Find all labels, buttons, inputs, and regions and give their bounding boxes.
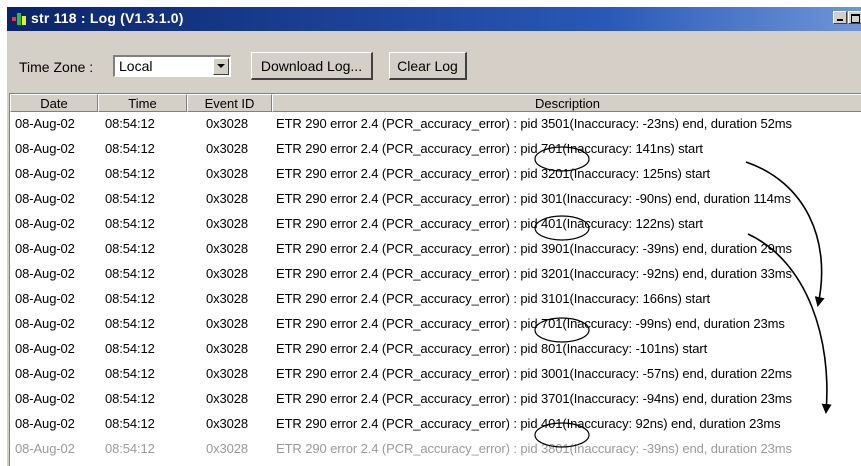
cell-time: 08:54:12 <box>105 291 155 306</box>
cell-description: ETR 290 error 2.4 (PCR_accuracy_error) :… <box>276 241 792 256</box>
cell-description: ETR 290 error 2.4 (PCR_accuracy_error) :… <box>276 316 785 331</box>
cell-description: ETR 290 error 2.4 (PCR_accuracy_error) :… <box>276 191 791 206</box>
table-row[interactable]: 08-Aug-02 08:54:12 0x3028 ETR 290 error … <box>10 187 861 212</box>
cell-event-id: 0x3028 <box>206 191 249 206</box>
table-row[interactable]: 08-Aug-02 08:54:12 0x3028 ETR 290 error … <box>10 287 861 312</box>
table-row[interactable]: 08-Aug-02 08:54:12 0x3028 ETR 290 error … <box>10 237 861 262</box>
cell-time: 08:54:12 <box>105 416 155 431</box>
cell-description: ETR 290 error 2.4 (PCR_accuracy_error) :… <box>276 366 792 381</box>
cell-description: ETR 290 error 2.4 (PCR_accuracy_error) :… <box>276 266 792 281</box>
column-header-time[interactable]: Time <box>98 94 187 112</box>
cell-description: ETR 290 error 2.4 (PCR_accuracy_error) :… <box>276 166 711 181</box>
cell-time: 08:54:12 <box>105 241 155 256</box>
cell-event-id: 0x3028 <box>206 416 249 431</box>
column-header-event-id[interactable]: Event ID <box>187 94 272 112</box>
dropdown-arrow-icon[interactable] <box>213 58 229 75</box>
cell-event-id: 0x3028 <box>206 166 249 181</box>
cell-date: 08-Aug-02 <box>15 141 75 156</box>
title-bar[interactable]: str 118 : Log (V1.3.1.0) <box>7 7 861 31</box>
cell-date: 08-Aug-02 <box>15 316 75 331</box>
time-zone-value: Local <box>119 58 153 74</box>
column-header-description[interactable]: Description <box>272 94 861 112</box>
cell-time: 08:54:12 <box>105 316 155 331</box>
table-row[interactable]: 08-Aug-02 08:54:12 0x3028 ETR 290 error … <box>10 312 861 337</box>
cell-description: ETR 290 error 2.4 (PCR_accuracy_error) :… <box>276 116 792 131</box>
cell-time: 08:54:12 <box>105 191 155 206</box>
cell-date: 08-Aug-02 <box>15 191 75 206</box>
cell-date: 08-Aug-02 <box>15 341 75 356</box>
cell-date: 08-Aug-02 <box>15 416 75 431</box>
cell-date: 08-Aug-02 <box>15 241 75 256</box>
cell-event-id: 0x3028 <box>206 366 249 381</box>
cell-description: ETR 290 error 2.4 (PCR_accuracy_error) :… <box>276 391 792 406</box>
cell-description: ETR 290 error 2.4 (PCR_accuracy_error) :… <box>276 441 792 456</box>
cell-event-id: 0x3028 <box>206 141 249 156</box>
cell-time: 08:54:12 <box>105 266 155 281</box>
cell-event-id: 0x3028 <box>206 341 249 356</box>
cell-event-id: 0x3028 <box>206 441 249 456</box>
cell-description: ETR 290 error 2.4 (PCR_accuracy_error) :… <box>276 141 703 156</box>
maximize-icon[interactable] <box>848 11 861 24</box>
cell-time: 08:54:12 <box>105 366 155 381</box>
cell-date: 08-Aug-02 <box>15 366 75 381</box>
cell-description: ETR 290 error 2.4 (PCR_accuracy_error) :… <box>276 416 781 431</box>
cell-time: 08:54:12 <box>105 141 155 156</box>
cell-description: ETR 290 error 2.4 (PCR_accuracy_error) :… <box>276 341 708 356</box>
app-icon <box>12 13 28 25</box>
clear-log-button[interactable]: Clear Log <box>389 52 467 80</box>
time-zone-label: Time Zone : <box>19 59 94 75</box>
cell-event-id: 0x3028 <box>206 216 249 231</box>
cell-date: 08-Aug-02 <box>15 116 75 131</box>
cell-event-id: 0x3028 <box>206 316 249 331</box>
cell-date: 08-Aug-02 <box>15 291 75 306</box>
cell-time: 08:54:12 <box>105 216 155 231</box>
cell-event-id: 0x3028 <box>206 266 249 281</box>
table-row[interactable]: 08-Aug-02 08:54:12 0x3028 ETR 290 error … <box>10 137 861 162</box>
table-body: 08-Aug-02 08:54:12 0x3028 ETR 290 error … <box>10 112 861 462</box>
cell-date: 08-Aug-02 <box>15 216 75 231</box>
cell-time: 08:54:12 <box>105 341 155 356</box>
table-row[interactable]: 08-Aug-02 08:54:12 0x3028 ETR 290 error … <box>10 437 861 462</box>
column-header-date[interactable]: Date <box>10 94 98 112</box>
cell-date: 08-Aug-02 <box>15 441 75 456</box>
cell-event-id: 0x3028 <box>206 391 249 406</box>
window-title: str 118 : Log (V1.3.1.0) <box>31 10 184 26</box>
table-row[interactable]: 08-Aug-02 08:54:12 0x3028 ETR 290 error … <box>10 112 861 137</box>
log-table[interactable]: Date Time Event ID Description 08-Aug-02… <box>9 93 861 466</box>
cell-event-id: 0x3028 <box>206 116 249 131</box>
cell-time: 08:54:12 <box>105 116 155 131</box>
toolbar: Time Zone : Local Download Log... Clear … <box>7 31 861 93</box>
time-zone-select[interactable]: Local <box>113 55 231 77</box>
cell-event-id: 0x3028 <box>206 241 249 256</box>
cell-description: ETR 290 error 2.4 (PCR_accuracy_error) :… <box>276 216 703 231</box>
download-log-button[interactable]: Download Log... <box>251 52 373 80</box>
cell-date: 08-Aug-02 <box>15 166 75 181</box>
cell-time: 08:54:12 <box>105 441 155 456</box>
cell-time: 08:54:12 <box>105 166 155 181</box>
table-row[interactable]: 08-Aug-02 08:54:12 0x3028 ETR 290 error … <box>10 337 861 362</box>
table-row[interactable]: 08-Aug-02 08:54:12 0x3028 ETR 290 error … <box>10 387 861 412</box>
cell-time: 08:54:12 <box>105 391 155 406</box>
table-row[interactable]: 08-Aug-02 08:54:12 0x3028 ETR 290 error … <box>10 162 861 187</box>
cell-date: 08-Aug-02 <box>15 266 75 281</box>
table-row[interactable]: 08-Aug-02 08:54:12 0x3028 ETR 290 error … <box>10 212 861 237</box>
table-row[interactable]: 08-Aug-02 08:54:12 0x3028 ETR 290 error … <box>10 362 861 387</box>
log-window: str 118 : Log (V1.3.1.0) Time Zone : Loc… <box>6 6 861 466</box>
cell-event-id: 0x3028 <box>206 291 249 306</box>
cell-date: 08-Aug-02 <box>15 391 75 406</box>
table-row[interactable]: 08-Aug-02 08:54:12 0x3028 ETR 290 error … <box>10 262 861 287</box>
table-row[interactable]: 08-Aug-02 08:54:12 0x3028 ETR 290 error … <box>10 412 861 437</box>
cell-description: ETR 290 error 2.4 (PCR_accuracy_error) :… <box>276 291 711 306</box>
table-header: Date Time Event ID Description <box>10 94 861 112</box>
minimize-icon[interactable] <box>833 11 847 24</box>
